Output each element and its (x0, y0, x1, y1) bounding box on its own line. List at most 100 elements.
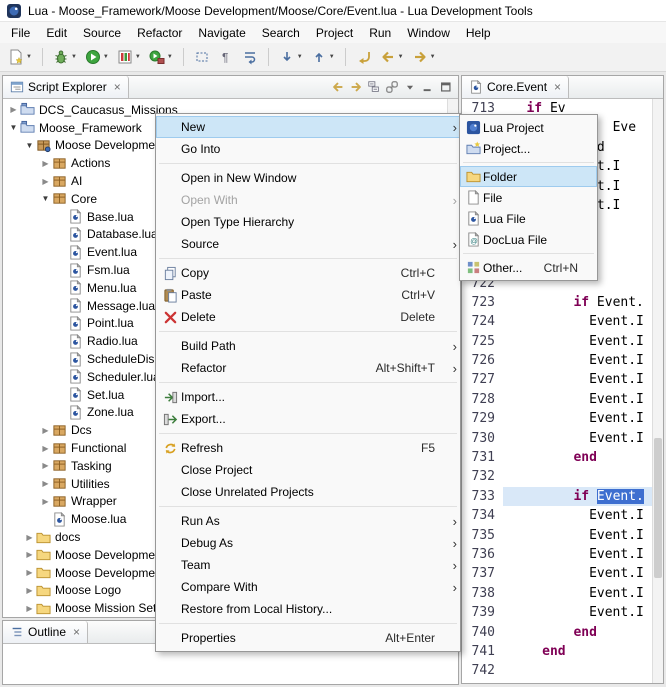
code-line[interactable]: 737Event.I (462, 564, 652, 583)
menu-item-debug-as[interactable]: Debug As› (156, 532, 460, 554)
dropdown-caret-icon[interactable]: ▼ (430, 54, 436, 60)
code-line[interactable]: 723if Event. (462, 293, 652, 312)
dropdown-caret-icon[interactable]: ▼ (26, 54, 32, 60)
menu-item-other[interactable]: Other...Ctrl+N (460, 257, 597, 278)
coverage-button[interactable]: ▼ (114, 47, 144, 67)
menu-item-lua-project[interactable]: Lua Project (460, 117, 597, 138)
forward-button[interactable]: ▼ (409, 47, 439, 67)
back-button[interactable]: ▼ (377, 47, 407, 67)
scrollbar-thumb[interactable] (654, 438, 662, 578)
editor-scrollbar[interactable] (652, 99, 663, 683)
code-line[interactable]: 740end (462, 623, 652, 642)
collapse-arrow-icon[interactable]: ▼ (39, 194, 52, 203)
menubar-item-search[interactable]: Search (254, 23, 308, 43)
dropdown-caret-icon[interactable]: ▼ (167, 54, 173, 60)
expand-arrow-icon[interactable]: ▶ (39, 479, 52, 488)
menu-item-open-type-hierarchy[interactable]: Open Type Hierarchy (156, 211, 460, 233)
show-whitespace-button[interactable]: ¶ (215, 47, 237, 67)
expand-arrow-icon[interactable]: ▶ (23, 550, 36, 559)
expand-arrow-icon[interactable]: ▶ (23, 568, 36, 577)
menubar-item-run[interactable]: Run (361, 23, 399, 43)
menu-item-source[interactable]: Source› (156, 233, 460, 255)
back-icon[interactable] (331, 80, 345, 94)
menu-item-copy[interactable]: CopyCtrl+C (156, 262, 460, 284)
code-line[interactable]: 728Event.I (462, 390, 652, 409)
menubar-item-edit[interactable]: Edit (38, 23, 75, 43)
dropdown-caret-icon[interactable]: ▼ (71, 54, 77, 60)
menu-item-restore-from-local-history[interactable]: Restore from Local History... (156, 598, 460, 620)
new-wizard-button[interactable]: ▼ (5, 47, 35, 67)
maximize-icon[interactable] (439, 80, 453, 94)
expand-arrow-icon[interactable]: ▶ (39, 444, 52, 453)
code-line[interactable]: 731end (462, 448, 652, 467)
menu-item-doclua-file[interactable]: @DocLua File (460, 229, 597, 250)
code-line[interactable]: 732 (462, 467, 652, 486)
menu-item-file[interactable]: File (460, 187, 597, 208)
menu-item-new[interactable]: New› (156, 116, 460, 138)
menu-item-import[interactable]: Import... (156, 386, 460, 408)
menu-item-go-into[interactable]: Go Into (156, 138, 460, 160)
code-line[interactable]: 733if Event. (462, 487, 652, 506)
menu-item-delete[interactable]: DeleteDelete (156, 306, 460, 328)
debug-button[interactable]: ▼ (50, 47, 80, 67)
tab-core-event[interactable]: Core.Event × (462, 76, 569, 98)
menu-item-compare-with[interactable]: Compare With› (156, 576, 460, 598)
expand-arrow-icon[interactable]: ▶ (39, 426, 52, 435)
menu-item-close-unrelated-projects[interactable]: Close Unrelated Projects (156, 481, 460, 503)
expand-arrow-icon[interactable]: ▶ (23, 604, 36, 613)
expand-arrow-icon[interactable]: ▶ (23, 586, 36, 595)
menu-item-refresh[interactable]: RefreshF5 (156, 437, 460, 459)
view-menu-icon[interactable] (403, 80, 417, 94)
menubar-item-source[interactable]: Source (75, 23, 129, 43)
close-icon[interactable]: × (554, 81, 561, 93)
menu-item-project[interactable]: Project... (460, 138, 597, 159)
code-line[interactable]: 736Event.I (462, 545, 652, 564)
dropdown-caret-icon[interactable]: ▼ (398, 54, 404, 60)
menu-item-export[interactable]: Export... (156, 408, 460, 430)
collapse-arrow-icon[interactable]: ▼ (23, 141, 36, 150)
menu-item-team[interactable]: Team› (156, 554, 460, 576)
menu-item-close-project[interactable]: Close Project (156, 459, 460, 481)
menubar-item-window[interactable]: Window (399, 23, 458, 43)
code-line[interactable]: 726Event.I (462, 351, 652, 370)
forward-icon[interactable] (349, 80, 363, 94)
menubar-item-refactor[interactable]: Refactor (129, 23, 190, 43)
dropdown-caret-icon[interactable]: ▼ (103, 54, 109, 60)
expand-arrow-icon[interactable]: ▶ (39, 177, 52, 186)
menubar-item-file[interactable]: File (3, 23, 38, 43)
dropdown-caret-icon[interactable]: ▼ (329, 54, 335, 60)
code-line[interactable]: 735Event.I (462, 526, 652, 545)
expand-arrow-icon[interactable]: ▶ (39, 497, 52, 506)
code-line[interactable]: 729Event.I (462, 409, 652, 428)
menu-item-folder[interactable]: Folder (460, 166, 597, 187)
menubar-item-project[interactable]: Project (308, 23, 361, 43)
collapse-arrow-icon[interactable]: ▼ (7, 123, 20, 132)
dropdown-caret-icon[interactable]: ▼ (135, 54, 141, 60)
code-line[interactable]: 741end (462, 642, 652, 661)
close-icon[interactable]: × (114, 81, 121, 93)
expand-arrow-icon[interactable]: ▶ (23, 533, 36, 542)
code-line[interactable]: 738Event.I (462, 584, 652, 603)
collapse-all-icon[interactable] (367, 80, 381, 94)
close-icon[interactable]: × (73, 626, 80, 638)
prev-annotation-button[interactable]: ▼ (308, 47, 338, 67)
menubar-item-help[interactable]: Help (458, 23, 499, 43)
tab-script-explorer[interactable]: Script Explorer × (3, 76, 129, 98)
expand-arrow-icon[interactable]: ▶ (39, 159, 52, 168)
menu-item-open-in-new-window[interactable]: Open in New Window (156, 167, 460, 189)
menu-item-properties[interactable]: PropertiesAlt+Enter (156, 627, 460, 649)
tab-outline[interactable]: Outline × (3, 621, 88, 643)
code-line[interactable]: 743if Event.ta (462, 681, 652, 683)
word-wrap-button[interactable] (239, 47, 261, 67)
code-line[interactable]: 739Event.I (462, 603, 652, 622)
dropdown-caret-icon[interactable]: ▼ (297, 54, 303, 60)
menu-item-open-with[interactable]: Open With› (156, 189, 460, 211)
menu-item-paste[interactable]: PasteCtrl+V (156, 284, 460, 306)
menu-item-build-path[interactable]: Build Path› (156, 335, 460, 357)
code-line[interactable]: 734Event.I (462, 506, 652, 525)
menu-item-run-as[interactable]: Run As› (156, 510, 460, 532)
external-tools-button[interactable]: ▼ (146, 47, 176, 67)
code-line[interactable]: 742 (462, 661, 652, 680)
next-annotation-button[interactable]: ▼ (276, 47, 306, 67)
code-line[interactable]: 727Event.I (462, 370, 652, 389)
